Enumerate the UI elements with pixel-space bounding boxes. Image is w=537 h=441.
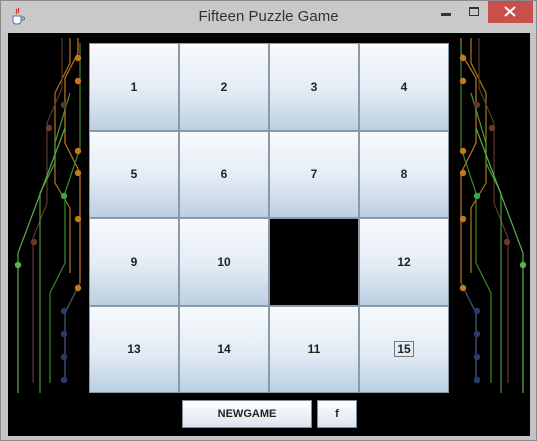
tile-label: 14	[217, 342, 231, 357]
tile-label: 8	[400, 167, 408, 182]
circuit-decoration-left	[14, 38, 82, 393]
minimize-icon	[441, 13, 451, 16]
tile-label: 15	[394, 341, 414, 358]
tile-label: 4	[400, 79, 408, 94]
title-bar[interactable]: Fifteen Puzzle Game	[1, 1, 536, 33]
puzzle-tile[interactable]: 14	[180, 306, 268, 392]
puzzle-tile[interactable]: 4	[360, 44, 448, 130]
app-window: Fifteen Puzzle Game 1 2 3 4 5 6 7 8 9 10…	[0, 0, 537, 441]
puzzle-tile[interactable]: 2	[180, 44, 268, 130]
tile-label: 7	[310, 167, 318, 182]
puzzle-tile[interactable]: 8	[360, 131, 448, 217]
puzzle-board: 1 2 3 4 5 6 7 8 9 10 12 13 14 11 15	[89, 43, 449, 393]
newgame-button[interactable]: NEWGAME	[182, 400, 312, 428]
tile-label: 12	[397, 254, 411, 269]
game-panel: 1 2 3 4 5 6 7 8 9 10 12 13 14 11 15 NEWG…	[8, 33, 530, 436]
tile-label: 5	[130, 167, 138, 182]
puzzle-tile[interactable]: 12	[360, 219, 448, 305]
tile-label: 6	[220, 167, 228, 182]
puzzle-tile[interactable]: 15	[360, 306, 448, 392]
puzzle-tile[interactable]: 3	[270, 44, 358, 130]
tile-label: 3	[310, 79, 318, 94]
tile-label: 2	[220, 79, 228, 94]
tile-label: 1	[130, 79, 138, 94]
tile-label: 11	[307, 342, 321, 357]
puzzle-tile[interactable]: 6	[180, 131, 268, 217]
maximize-icon	[469, 7, 479, 16]
puzzle-tile[interactable]: 11	[270, 306, 358, 392]
minimize-button[interactable]	[432, 1, 460, 23]
close-icon	[504, 6, 516, 17]
circuit-decoration-right	[459, 38, 527, 393]
puzzle-tile[interactable]: 13	[90, 306, 178, 392]
empty-slot	[270, 219, 358, 305]
close-button[interactable]	[488, 1, 533, 23]
puzzle-tile[interactable]: 5	[90, 131, 178, 217]
puzzle-tile[interactable]: 10	[180, 219, 268, 305]
tile-label: 13	[127, 342, 141, 357]
maximize-button[interactable]	[460, 1, 488, 23]
puzzle-tile[interactable]: 1	[90, 44, 178, 130]
f-button[interactable]: f	[317, 400, 357, 428]
puzzle-tile[interactable]: 7	[270, 131, 358, 217]
tile-label: 10	[217, 254, 231, 269]
puzzle-tile[interactable]: 9	[90, 219, 178, 305]
tile-label: 9	[130, 254, 138, 269]
